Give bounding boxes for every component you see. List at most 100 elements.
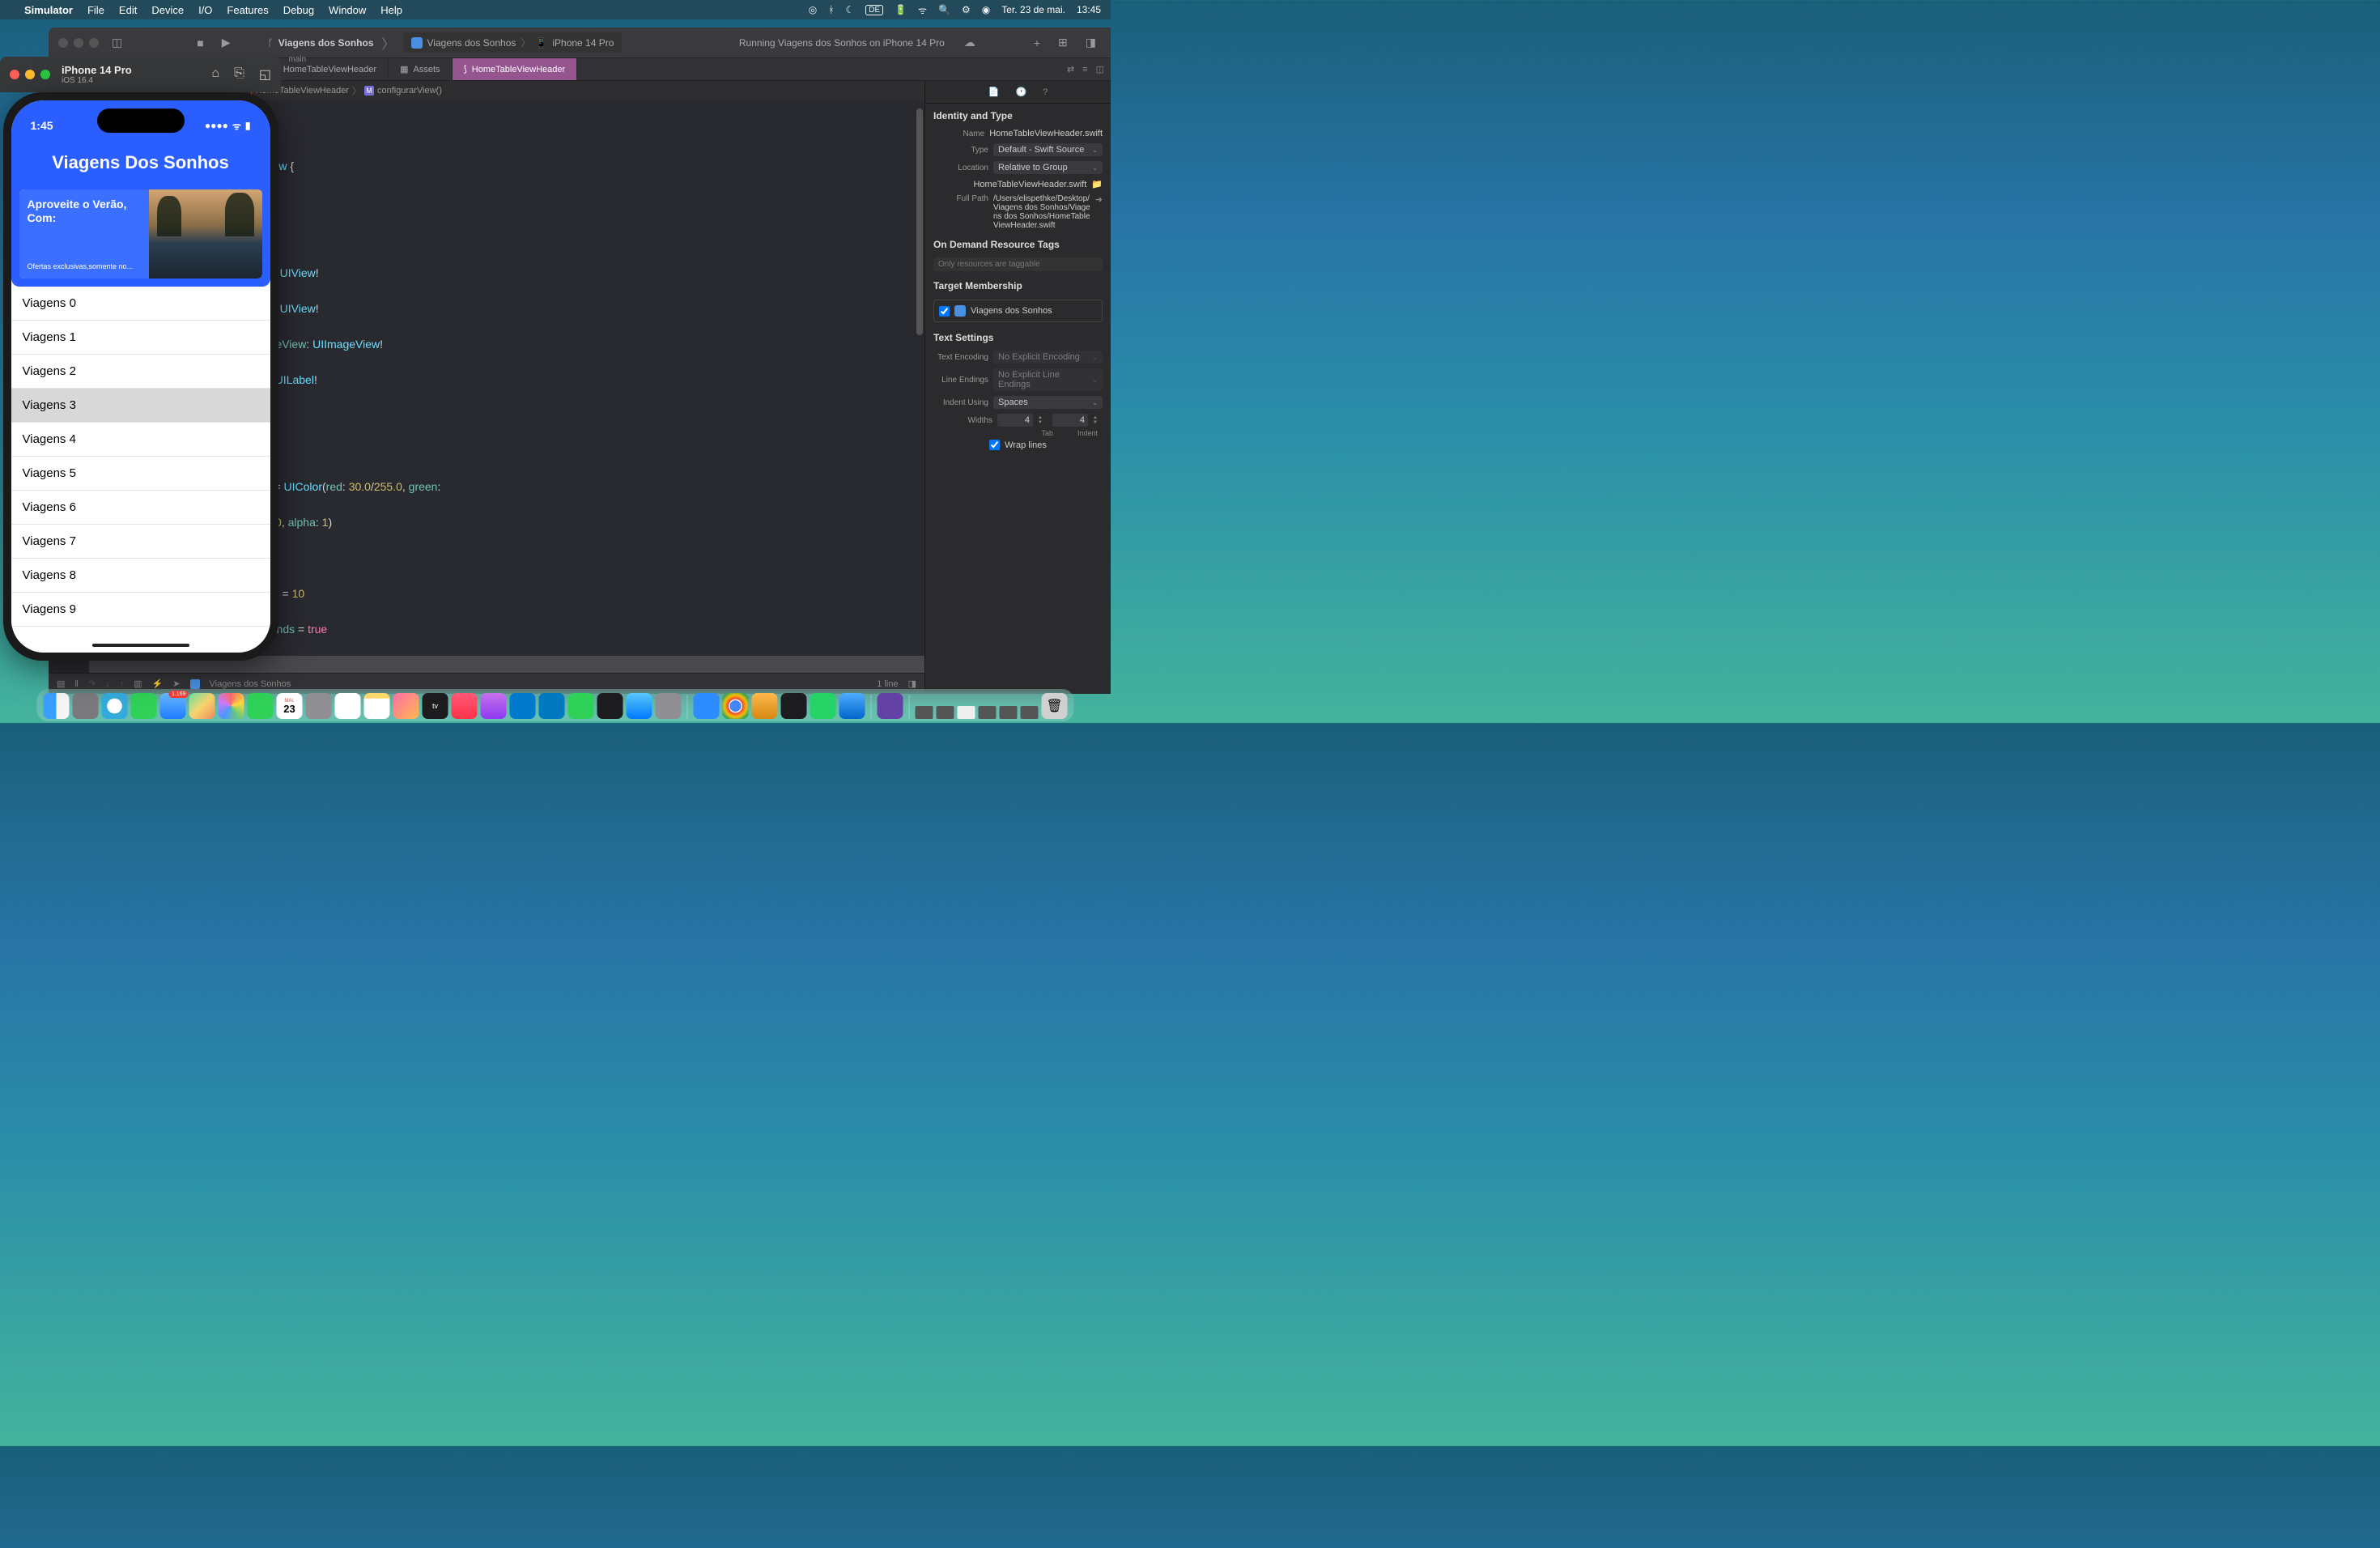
inspector-toggle-icon[interactable]: ◨ — [1081, 34, 1101, 51]
dock-freeform[interactable] — [393, 693, 419, 719]
dock-vscode[interactable] — [510, 693, 536, 719]
pause-icon[interactable]: ‖ — [74, 679, 79, 689]
dock-launchpad[interactable] — [73, 693, 99, 719]
dock-music[interactable] — [452, 693, 478, 719]
dock-reminders[interactable] — [335, 693, 361, 719]
step-over-icon[interactable]: ↷ — [88, 678, 96, 689]
swap-icon[interactable]: ⇄ — [1067, 64, 1074, 74]
dock-chrome[interactable] — [723, 693, 749, 719]
indent-width-input[interactable] — [1052, 414, 1088, 427]
dock-messages[interactable] — [131, 693, 157, 719]
location-select[interactable]: Relative to Group⌄ — [993, 161, 1103, 174]
encoding-select[interactable]: No Explicit Encoding⌄ — [993, 351, 1103, 364]
add-tab-button[interactable]: + — [1029, 35, 1045, 51]
debug-view-icon[interactable]: ▥ — [134, 678, 142, 689]
dock-calendar[interactable]: MAI.23 — [277, 693, 303, 719]
sim-minimize[interactable] — [25, 70, 35, 79]
menu-edit[interactable]: Edit — [119, 4, 137, 16]
sim-home-icon[interactable]: ⌂ — [211, 66, 219, 83]
dock-min-4[interactable] — [979, 706, 997, 719]
folder-picker-icon[interactable]: 📁 — [1091, 179, 1103, 189]
siri-icon[interactable]: ◉ — [982, 4, 990, 15]
step-out-icon[interactable]: ↑ — [120, 679, 125, 689]
dock-recent-1[interactable] — [878, 693, 903, 719]
tab-width-input[interactable] — [997, 414, 1033, 427]
battery-icon[interactable]: 🔋 — [895, 4, 907, 15]
dock-podcasts[interactable] — [481, 693, 507, 719]
language-indicator[interactable]: DE — [865, 5, 883, 15]
dock-min-1[interactable] — [916, 706, 933, 719]
tab-assets[interactable]: ▦ Assets — [389, 58, 452, 80]
menu-device[interactable]: Device — [151, 4, 184, 16]
library-button[interactable]: ⊞ — [1053, 34, 1073, 51]
menu-app-name[interactable]: Simulator — [24, 4, 73, 16]
memory-icon[interactable]: ⚡ — [152, 678, 164, 689]
home-indicator[interactable] — [92, 644, 189, 647]
file-inspector-tab-icon[interactable]: 📄 — [988, 87, 1000, 97]
step-in-icon[interactable]: ↓ — [105, 679, 110, 689]
table-row[interactable]: Viagens 3 — [11, 389, 270, 423]
vertical-scrollbar[interactable] — [916, 108, 923, 335]
sim-rotate-icon[interactable]: ◱ — [259, 66, 271, 83]
tab-hometableviewheader-swift[interactable]: ⟆ HomeTableViewHeader — [453, 58, 578, 80]
menu-window[interactable]: Window — [329, 4, 366, 16]
banner-view[interactable]: Aproveite o Verão, Com: Ofertas exclusiv… — [19, 189, 262, 279]
dock-maps[interactable] — [189, 693, 215, 719]
dock-facetime[interactable] — [248, 693, 274, 719]
iphone-screen[interactable]: 1:45 ●●●● ᯤ ▮ Viagens Dos Sonhos Aprovei… — [11, 100, 270, 653]
debug-toggle-icon[interactable]: ▤ — [57, 678, 65, 689]
wifi-icon[interactable]: ᯤ — [918, 3, 927, 17]
dock-xcode[interactable] — [839, 693, 865, 719]
dock-appstore[interactable] — [627, 693, 652, 719]
indent-stepper[interactable]: ▲▼ — [1093, 415, 1103, 425]
scheme-selector[interactable]: ᚴ Viagens dos Sonhos main — [259, 37, 373, 49]
dock-mail[interactable]: 1.169 — [160, 693, 186, 719]
dock-trash[interactable]: 🗑 — [1042, 693, 1068, 719]
table-row[interactable]: Viagens 4 — [11, 423, 270, 457]
dock-min-5[interactable] — [1000, 706, 1018, 719]
search-icon[interactable]: 🔍 — [938, 4, 950, 15]
bc-method[interactable]: configurarView() — [377, 86, 442, 96]
dock-whatsapp[interactable] — [810, 693, 836, 719]
indent-select[interactable]: Spaces⌄ — [993, 396, 1103, 409]
target-selector[interactable]: Viagens dos Sonhos 〉 📱 iPhone 14 Pro — [403, 32, 623, 53]
sim-zoom[interactable] — [40, 70, 50, 79]
menubar-time[interactable]: 13:45 — [1077, 4, 1101, 15]
menu-help[interactable]: Help — [380, 4, 402, 16]
moon-icon[interactable]: ☾ — [845, 4, 854, 15]
stop-button[interactable]: ■ — [192, 35, 208, 51]
menu-io[interactable]: I/O — [198, 4, 212, 16]
wrap-checkbox[interactable] — [989, 440, 1000, 450]
run-button[interactable]: ▶ — [217, 34, 236, 51]
table-row[interactable]: Viagens 5 — [11, 457, 270, 491]
help-inspector-tab-icon[interactable]: ? — [1043, 87, 1048, 97]
table-row[interactable]: Viagens 2 — [11, 355, 270, 389]
adjust-icon[interactable]: ≡ — [1082, 65, 1087, 74]
table-row[interactable]: Viagens 7 — [11, 525, 270, 559]
target-checkbox[interactable] — [939, 306, 950, 317]
dock-notes[interactable] — [364, 693, 390, 719]
dock-contacts[interactable] — [306, 693, 332, 719]
dock-keynote[interactable] — [597, 693, 623, 719]
dock-min-6[interactable] — [1021, 706, 1039, 719]
sidebar-toggle-icon[interactable]: ◫ — [107, 34, 127, 51]
dock-settings[interactable] — [656, 693, 682, 719]
simulator-titlebar[interactable]: iPhone 14 Pro iOS 16.4 ⌂ ⎘ ◱ — [0, 57, 281, 92]
name-value[interactable]: HomeTableViewHeader.swift — [989, 129, 1103, 138]
table-row[interactable]: Viagens 8 — [11, 559, 270, 593]
airdrop-icon[interactable]: ◎ — [809, 4, 817, 15]
reveal-icon[interactable]: ➜ — [1095, 194, 1103, 205]
dock-trello[interactable] — [539, 693, 565, 719]
split-icon[interactable]: ◫ — [1096, 64, 1104, 74]
dock-safari[interactable] — [102, 693, 128, 719]
window-zoom[interactable] — [89, 38, 99, 48]
history-inspector-tab-icon[interactable]: 🕐 — [1015, 87, 1026, 97]
menu-debug[interactable]: Debug — [283, 4, 314, 16]
menu-file[interactable]: File — [87, 4, 104, 16]
cloud-icon[interactable]: ☁ — [959, 34, 980, 51]
bluetooth-icon[interactable]: ᚼ — [828, 4, 834, 15]
console-toggle-icon[interactable]: ◨ — [908, 678, 916, 689]
menubar-date[interactable]: Ter. 23 de mai. — [1001, 4, 1065, 15]
window-minimize[interactable] — [74, 38, 83, 48]
dock-finder[interactable] — [44, 693, 70, 719]
